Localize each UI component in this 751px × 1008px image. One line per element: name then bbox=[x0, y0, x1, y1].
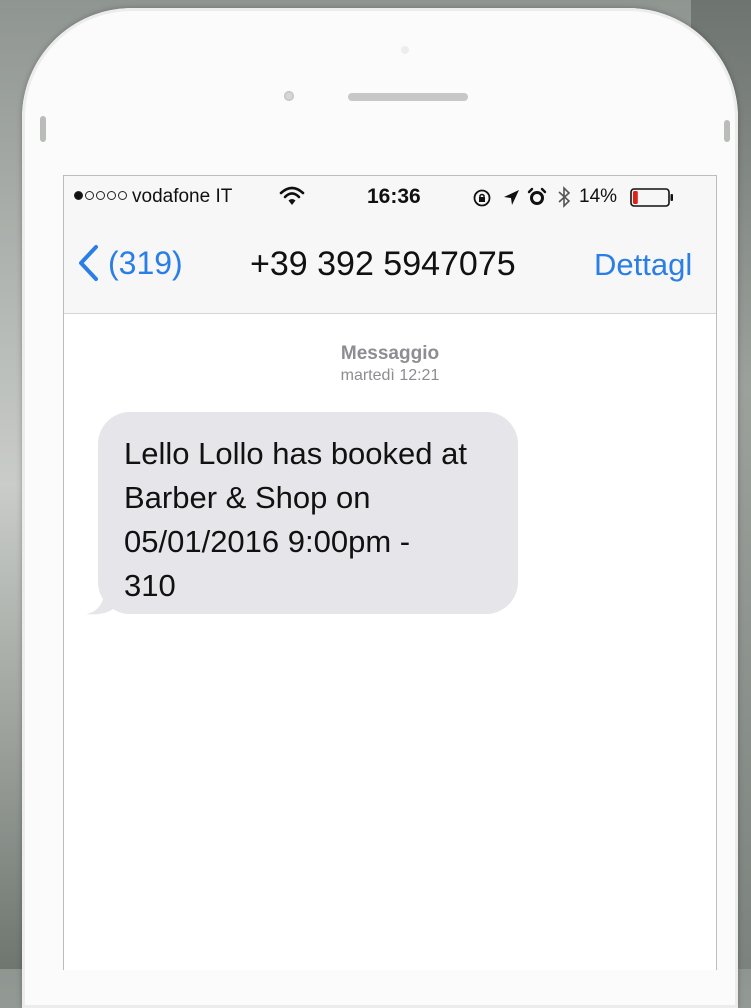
navigation-bar: (319) +39 392 5947075 Dettagl bbox=[64, 220, 716, 314]
back-button[interactable]: (319) bbox=[76, 241, 183, 285]
earpiece-speaker bbox=[348, 93, 468, 101]
conversation-view[interactable]: Messaggio martedì 12:21 Lello Lollo has … bbox=[64, 314, 716, 970]
battery-percentage: 14% bbox=[579, 186, 618, 207]
location-icon bbox=[504, 190, 519, 205]
message-timestamp-header: Messaggio martedì 12:21 bbox=[64, 342, 716, 386]
carrier-name: vodafone IT bbox=[132, 186, 233, 207]
back-button-label: (319) bbox=[108, 244, 183, 281]
front-camera bbox=[284, 91, 294, 101]
contact-phone-number: +39 392 5947075 bbox=[250, 245, 516, 283]
message-text-line: Lello Lollo has booked at bbox=[124, 436, 467, 471]
message-time-label: martedì 12:21 bbox=[340, 367, 440, 384]
proximity-sensor bbox=[401, 46, 409, 54]
message-type-label: Messaggio bbox=[340, 343, 440, 364]
signal-strength-icon bbox=[74, 191, 127, 200]
status-time: 16:36 bbox=[367, 185, 421, 208]
phone-screen: vodafone IT 16:36 14% (319) +39 392 5947… bbox=[63, 175, 717, 970]
alarm-icon bbox=[527, 187, 547, 205]
wifi-icon bbox=[279, 186, 305, 205]
mute-switch bbox=[40, 116, 46, 142]
message-text-line: Barber & Shop on bbox=[124, 480, 371, 515]
message-text-line: 310 bbox=[124, 568, 176, 603]
battery-icon bbox=[630, 188, 673, 207]
chevron-left-icon bbox=[79, 245, 98, 281]
power-button bbox=[724, 120, 730, 142]
message-text-line: 05/01/2016 9:00pm - bbox=[124, 524, 411, 559]
bluetooth-icon bbox=[558, 186, 571, 208]
received-message-bubble[interactable]: Lello Lollo has booked at Barber & Shop … bbox=[98, 412, 518, 614]
status-bar: vodafone IT 16:36 14% bbox=[64, 176, 716, 220]
rotation-lock-icon bbox=[473, 189, 491, 207]
details-button[interactable]: Dettagl bbox=[594, 247, 692, 283]
